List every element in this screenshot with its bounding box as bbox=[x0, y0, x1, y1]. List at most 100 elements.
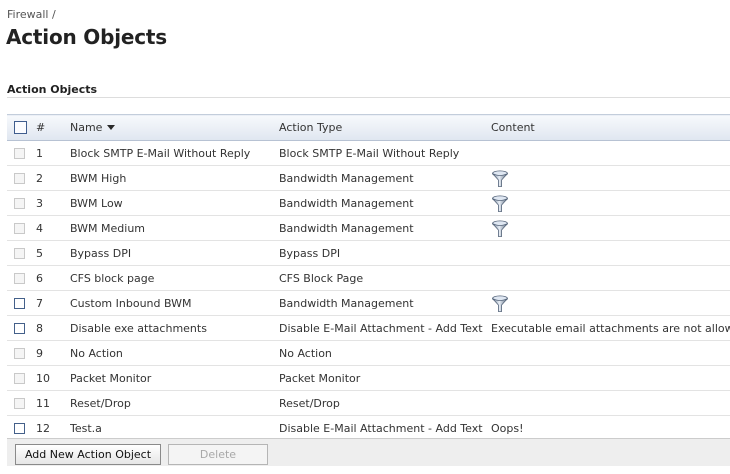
row-action-type: Block SMTP E-Mail Without Reply bbox=[279, 140, 491, 166]
row-action-type: Bandwidth Management bbox=[279, 190, 491, 216]
row-number: 6 bbox=[36, 265, 70, 291]
row-select-cell bbox=[7, 390, 36, 416]
row-select-cell bbox=[7, 365, 36, 391]
table-row[interactable]: 10 Packet Monitor Packet Monitor bbox=[7, 365, 730, 391]
row-content bbox=[491, 390, 730, 416]
select-all-checkbox[interactable] bbox=[14, 121, 27, 134]
funnel-icon bbox=[492, 220, 508, 237]
table-row[interactable]: 7 Custom Inbound BWM Bandwidth Management bbox=[7, 290, 730, 316]
row-select-cell bbox=[7, 165, 36, 191]
row-select-cell bbox=[7, 340, 36, 366]
row-checkbox[interactable] bbox=[14, 272, 25, 284]
row-number: 11 bbox=[36, 390, 70, 416]
funnel-icon bbox=[492, 195, 508, 212]
row-content-text: Executable email attachments are not all… bbox=[491, 321, 730, 335]
row-checkbox[interactable] bbox=[14, 422, 25, 434]
row-number: 1 bbox=[36, 140, 70, 166]
row-name: Disable exe attachments bbox=[70, 315, 279, 341]
row-select-cell bbox=[7, 240, 36, 266]
row-select-cell bbox=[7, 415, 36, 441]
row-name: BWM High bbox=[70, 165, 279, 191]
row-number: 7 bbox=[36, 290, 70, 316]
row-name: Block SMTP E-Mail Without Reply bbox=[70, 140, 279, 166]
column-header-action-type-label: Action Type bbox=[279, 121, 343, 134]
table-row[interactable]: 6 CFS block page CFS Block Page bbox=[7, 265, 730, 291]
row-action-type: Bypass DPI bbox=[279, 240, 491, 266]
column-header-name[interactable]: Name bbox=[70, 114, 279, 141]
row-select-cell bbox=[7, 265, 36, 291]
column-header-action-type[interactable]: Action Type bbox=[279, 114, 491, 141]
add-new-action-object-button[interactable]: Add New Action Object bbox=[15, 444, 161, 465]
section-divider bbox=[7, 97, 730, 98]
funnel-icon bbox=[492, 170, 508, 187]
row-number: 5 bbox=[36, 240, 70, 266]
row-select-cell bbox=[7, 290, 36, 316]
row-content bbox=[491, 190, 730, 216]
row-action-type: Bandwidth Management bbox=[279, 165, 491, 191]
row-name: BWM Low bbox=[70, 190, 279, 216]
table-row[interactable]: 8 Disable exe attachments Disable E-Mail A… bbox=[7, 315, 730, 341]
row-content-text: Oops! bbox=[491, 421, 524, 435]
row-number: 10 bbox=[36, 365, 70, 391]
row-number: 2 bbox=[36, 165, 70, 191]
row-action-type: Packet Monitor bbox=[279, 365, 491, 391]
row-content bbox=[491, 340, 730, 366]
row-content bbox=[491, 140, 730, 166]
row-number: 9 bbox=[36, 340, 70, 366]
row-name: No Action bbox=[70, 340, 279, 366]
breadcrumb: Firewall / bbox=[7, 8, 56, 21]
row-content: Oops! bbox=[491, 415, 730, 441]
select-all-cell bbox=[7, 114, 36, 141]
row-checkbox[interactable] bbox=[14, 197, 25, 209]
table-header-row: # Name Action Type Content bbox=[7, 114, 730, 141]
row-content bbox=[491, 265, 730, 291]
table-row[interactable]: 2 BWM High Bandwidth Management bbox=[7, 165, 730, 191]
row-checkbox[interactable] bbox=[14, 222, 25, 234]
delete-button[interactable]: Delete bbox=[168, 444, 268, 465]
row-content: Executable email attachments are not all… bbox=[491, 315, 730, 341]
column-header-number[interactable]: # bbox=[36, 114, 70, 141]
row-checkbox[interactable] bbox=[14, 172, 25, 184]
table-row[interactable]: 3 BWM Low Bandwidth Management bbox=[7, 190, 730, 216]
funnel-icon bbox=[492, 295, 508, 312]
row-content bbox=[491, 165, 730, 191]
column-header-name-label: Name bbox=[70, 121, 103, 134]
row-checkbox[interactable] bbox=[14, 297, 25, 309]
table-row[interactable]: 9 No Action No Action bbox=[7, 340, 730, 366]
row-name: Reset/Drop bbox=[70, 390, 279, 416]
sort-descending-icon bbox=[107, 125, 116, 130]
page-title: Action Objects bbox=[6, 25, 167, 49]
row-name: Custom Inbound BWM bbox=[70, 290, 279, 316]
row-name: Packet Monitor bbox=[70, 365, 279, 391]
row-number: 3 bbox=[36, 190, 70, 216]
row-select-cell bbox=[7, 140, 36, 166]
row-action-type: Bandwidth Management bbox=[279, 215, 491, 241]
row-checkbox[interactable] bbox=[14, 347, 25, 359]
row-checkbox[interactable] bbox=[14, 372, 25, 384]
row-action-type: CFS Block Page bbox=[279, 265, 491, 291]
table-row[interactable]: 5 Bypass DPI Bypass DPI bbox=[7, 240, 730, 266]
row-select-cell bbox=[7, 215, 36, 241]
table-row[interactable]: 12 Test.a Disable E-Mail Attachment - Add … bbox=[7, 415, 730, 441]
column-header-content-label: Content bbox=[491, 121, 535, 134]
row-checkbox[interactable] bbox=[14, 147, 25, 159]
row-number: 8 bbox=[36, 315, 70, 341]
row-checkbox[interactable] bbox=[14, 247, 25, 259]
column-header-content[interactable]: Content bbox=[491, 114, 730, 141]
row-name: Test.a bbox=[70, 415, 279, 441]
row-number: 12 bbox=[36, 415, 70, 441]
row-checkbox[interactable] bbox=[14, 322, 25, 334]
column-header-number-label: # bbox=[36, 121, 46, 134]
row-checkbox[interactable] bbox=[14, 397, 25, 409]
row-action-type: No Action bbox=[279, 340, 491, 366]
table-row[interactable]: 11 Reset/Drop Reset/Drop bbox=[7, 390, 730, 416]
action-objects-table: # Name Action Type Content 1 Block SMTP E… bbox=[7, 114, 730, 441]
table-row[interactable]: 1 Block SMTP E-Mail Without Reply Block SM… bbox=[7, 140, 730, 166]
table-row[interactable]: 4 BWM Medium Bandwidth Management bbox=[7, 215, 730, 241]
row-content bbox=[491, 240, 730, 266]
row-action-type: Reset/Drop bbox=[279, 390, 491, 416]
row-number: 4 bbox=[36, 215, 70, 241]
section-title: Action Objects bbox=[7, 83, 98, 96]
row-name: CFS block page bbox=[70, 265, 279, 291]
row-content bbox=[491, 365, 730, 391]
